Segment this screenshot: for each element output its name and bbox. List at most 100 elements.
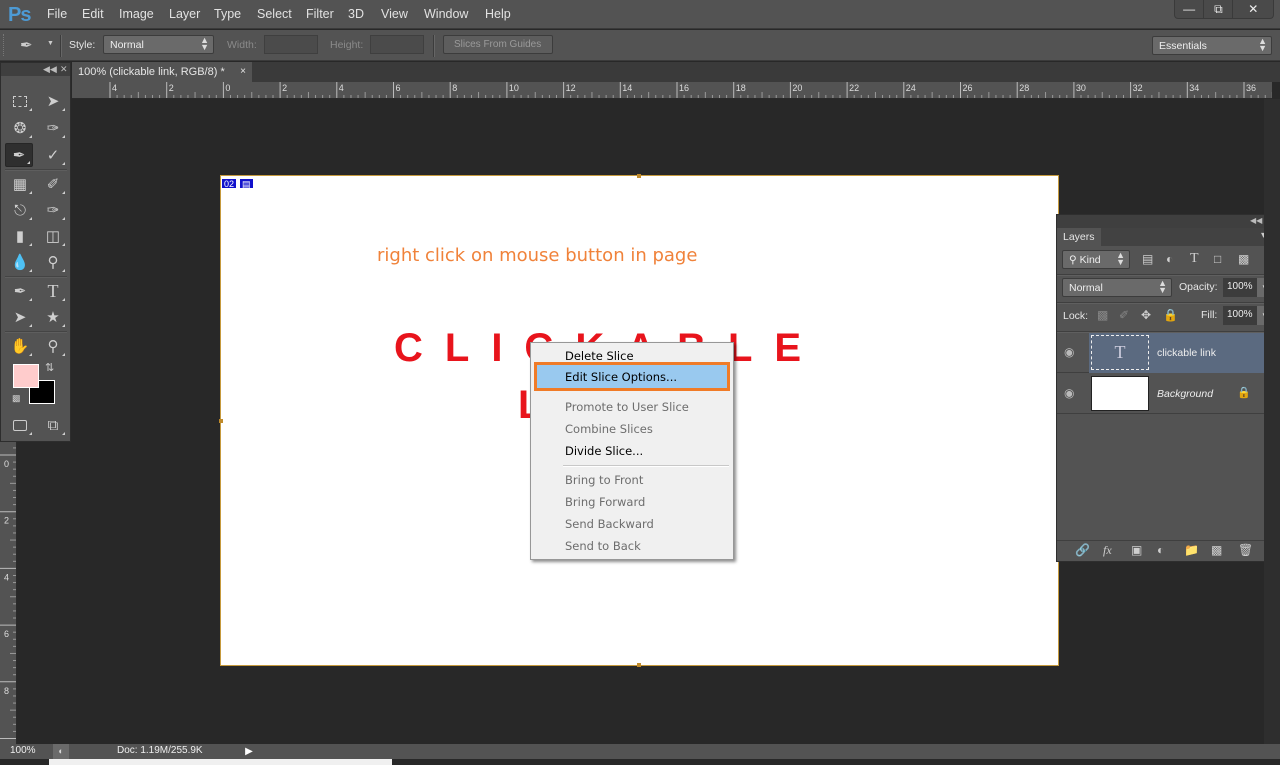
pixel-layer-filter-icon[interactable]: ▤: [1142, 252, 1153, 266]
height-input[interactable]: [370, 35, 424, 54]
tab-layers[interactable]: Layers: [1057, 228, 1101, 246]
menu-window[interactable]: Window: [424, 7, 468, 21]
layer-lock-icon: 🔒: [1237, 387, 1251, 399]
lock-all-icon[interactable]: 🔒: [1163, 308, 1178, 322]
menu-image[interactable]: Image: [119, 7, 154, 21]
menu-item-delete-slice[interactable]: Delete Slice: [565, 349, 634, 363]
visibility-eye-icon[interactable]: ◉: [1064, 386, 1074, 400]
close-tab-icon[interactable]: ×: [240, 66, 246, 77]
menu-item-bring-forward[interactable]: Bring Forward: [565, 495, 645, 509]
lock-image-icon[interactable]: ✐: [1119, 308, 1129, 322]
layer-filter-select[interactable]: ⚲ Kind ▲ ▼: [1062, 250, 1130, 269]
menu-view[interactable]: View: [381, 7, 408, 21]
collapse-icon[interactable]: ◀◀: [1250, 216, 1262, 225]
shape-layer-filter-icon[interactable]: □: [1214, 252, 1221, 266]
menu-item-bring-to-front[interactable]: Bring to Front: [565, 473, 643, 487]
layer-filter-value: Kind: [1079, 254, 1101, 266]
slice-handle-top[interactable]: [637, 174, 641, 178]
default-colors-icon[interactable]: ▩: [12, 393, 21, 404]
menu-item-combine-slices[interactable]: Combine Slices: [565, 422, 653, 436]
menu-layer[interactable]: Layer: [169, 7, 200, 21]
smart-object-filter-icon[interactable]: ▩: [1238, 252, 1249, 266]
slice-tool-preset-icon[interactable]: ✒: [20, 36, 33, 54]
menu-edit[interactable]: Edit: [82, 7, 104, 21]
options-grip[interactable]: [3, 34, 7, 56]
menu-help[interactable]: Help: [485, 7, 511, 21]
dodge-tool-icon[interactable]: ⚲: [39, 250, 67, 274]
style-select[interactable]: Normal ▲ ▼: [103, 35, 214, 54]
menu-filter[interactable]: Filter: [306, 7, 334, 21]
blur-tool-icon[interactable]: 💧: [6, 250, 34, 274]
visibility-eye-icon[interactable]: ◉: [1064, 345, 1074, 359]
custom-shape-tool-icon[interactable]: ★: [39, 305, 67, 329]
close-panel-icon[interactable]: ✕: [60, 64, 68, 75]
slices-from-guides-button[interactable]: Slices From Guides: [443, 35, 553, 54]
quick-selection-tool-icon[interactable]: ✑: [39, 116, 67, 140]
type-tool-icon[interactable]: T: [39, 279, 67, 303]
layer-row-clickable-link[interactable]: ◉ T clickable link: [1057, 333, 1265, 373]
horizontal-ruler: 4 2 0 2 4 6 8 10 12 14 16 18 20 22 24 26 28 30 32 34 36: [72, 82, 1272, 99]
zoom-level[interactable]: 100%: [10, 745, 36, 756]
menu-item-divide-slice[interactable]: Divide Slice...: [565, 444, 643, 458]
type-layer-filter-icon[interactable]: T: [1190, 251, 1199, 267]
close-icon[interactable]: ✕: [1233, 0, 1273, 18]
menu-item-promote-to-user-slice[interactable]: Promote to User Slice: [565, 400, 689, 414]
fill-input[interactable]: 100%: [1223, 306, 1257, 325]
lasso-tool-icon[interactable]: ❂: [6, 116, 34, 140]
history-brush-tool-icon[interactable]: ✑: [39, 198, 67, 222]
horizontal-scrollbar[interactable]: [49, 759, 392, 765]
new-layer-icon[interactable]: ▩: [1211, 543, 1222, 557]
pen-tool-icon[interactable]: ✒: [6, 279, 34, 303]
slice-handle-left[interactable]: [219, 419, 223, 423]
workspace-select[interactable]: Essentials ▲ ▼: [1152, 36, 1272, 55]
link-layers-icon[interactable]: 🔗: [1075, 543, 1090, 557]
layers-panel-header[interactable]: ◀◀ ✕: [1057, 215, 1279, 228]
lock-position-icon[interactable]: ✥: [1141, 308, 1151, 322]
spot-healing-tool-icon[interactable]: ▦: [6, 172, 34, 196]
blend-mode-select[interactable]: Normal ▲ ▼: [1062, 278, 1172, 297]
paint-bucket-tool-icon[interactable]: ◫: [39, 224, 67, 248]
menu-item-send-backward[interactable]: Send Backward: [565, 517, 654, 531]
preset-dropdown-icon[interactable]: ▼: [47, 40, 54, 47]
screen-mode-icon[interactable]: ⧉: [39, 413, 67, 437]
toolbox-header[interactable]: ◀◀ ✕: [1, 63, 70, 76]
zoom-tool-icon[interactable]: ⚲: [39, 334, 67, 358]
lock-transparent-icon[interactable]: ▩: [1097, 308, 1108, 322]
menu-item-edit-slice-options[interactable]: Edit Slice Options...: [534, 362, 730, 391]
adjustment-layer-icon[interactable]: ◐: [1157, 543, 1164, 557]
status-info-icon[interactable]: ◐: [53, 744, 69, 759]
document-tab[interactable]: 100% (clickable link, RGB/8) * ×: [72, 62, 252, 82]
workspace-value: Essentials: [1159, 40, 1207, 52]
slice-tool-icon[interactable]: ✒: [5, 143, 33, 167]
status-menu-arrow-icon[interactable]: ▶: [242, 744, 256, 759]
eraser-tool-icon[interactable]: ▮: [6, 224, 34, 248]
clone-stamp-tool-icon[interactable]: ⎋: [6, 198, 34, 222]
opacity-input[interactable]: 100%: [1223, 278, 1257, 297]
restore-icon[interactable]: ⧉: [1204, 0, 1234, 18]
add-mask-icon[interactable]: ▣: [1131, 543, 1142, 557]
swap-colors-icon[interactable]: ⇅: [45, 361, 54, 374]
brush-tool-icon[interactable]: ✐: [39, 172, 67, 196]
menu-3d[interactable]: 3D: [348, 7, 364, 21]
eyedropper-tool-icon[interactable]: ✓: [39, 143, 67, 167]
menu-file[interactable]: File: [47, 7, 67, 21]
path-selection-tool-icon[interactable]: ➤: [6, 305, 34, 329]
move-tool-icon[interactable]: ➤: [39, 89, 67, 113]
quick-mask-icon[interactable]: [6, 413, 34, 437]
foreground-color-swatch[interactable]: [13, 364, 39, 388]
delete-layer-icon[interactable]: 🗑: [1238, 543, 1253, 557]
slice-handle-bottom[interactable]: [637, 663, 641, 667]
layer-row-background[interactable]: ◉ Background 🔒: [1057, 374, 1265, 414]
hand-tool-icon[interactable]: ✋: [6, 334, 34, 358]
width-input[interactable]: [264, 35, 318, 54]
vertical-scrollbar[interactable]: [1264, 99, 1280, 744]
menu-type[interactable]: Type: [214, 7, 241, 21]
menu-item-send-to-back[interactable]: Send to Back: [565, 539, 641, 553]
menu-select[interactable]: Select: [257, 7, 292, 21]
rectangular-marquee-tool-icon[interactable]: [6, 89, 34, 113]
new-group-icon[interactable]: 📁: [1184, 543, 1199, 557]
collapse-icon[interactable]: ◀◀: [43, 64, 57, 75]
minimize-icon[interactable]: —: [1175, 0, 1205, 18]
layer-style-fx-icon[interactable]: fx: [1103, 543, 1112, 558]
adjustment-layer-filter-icon[interactable]: ◐: [1166, 252, 1173, 266]
